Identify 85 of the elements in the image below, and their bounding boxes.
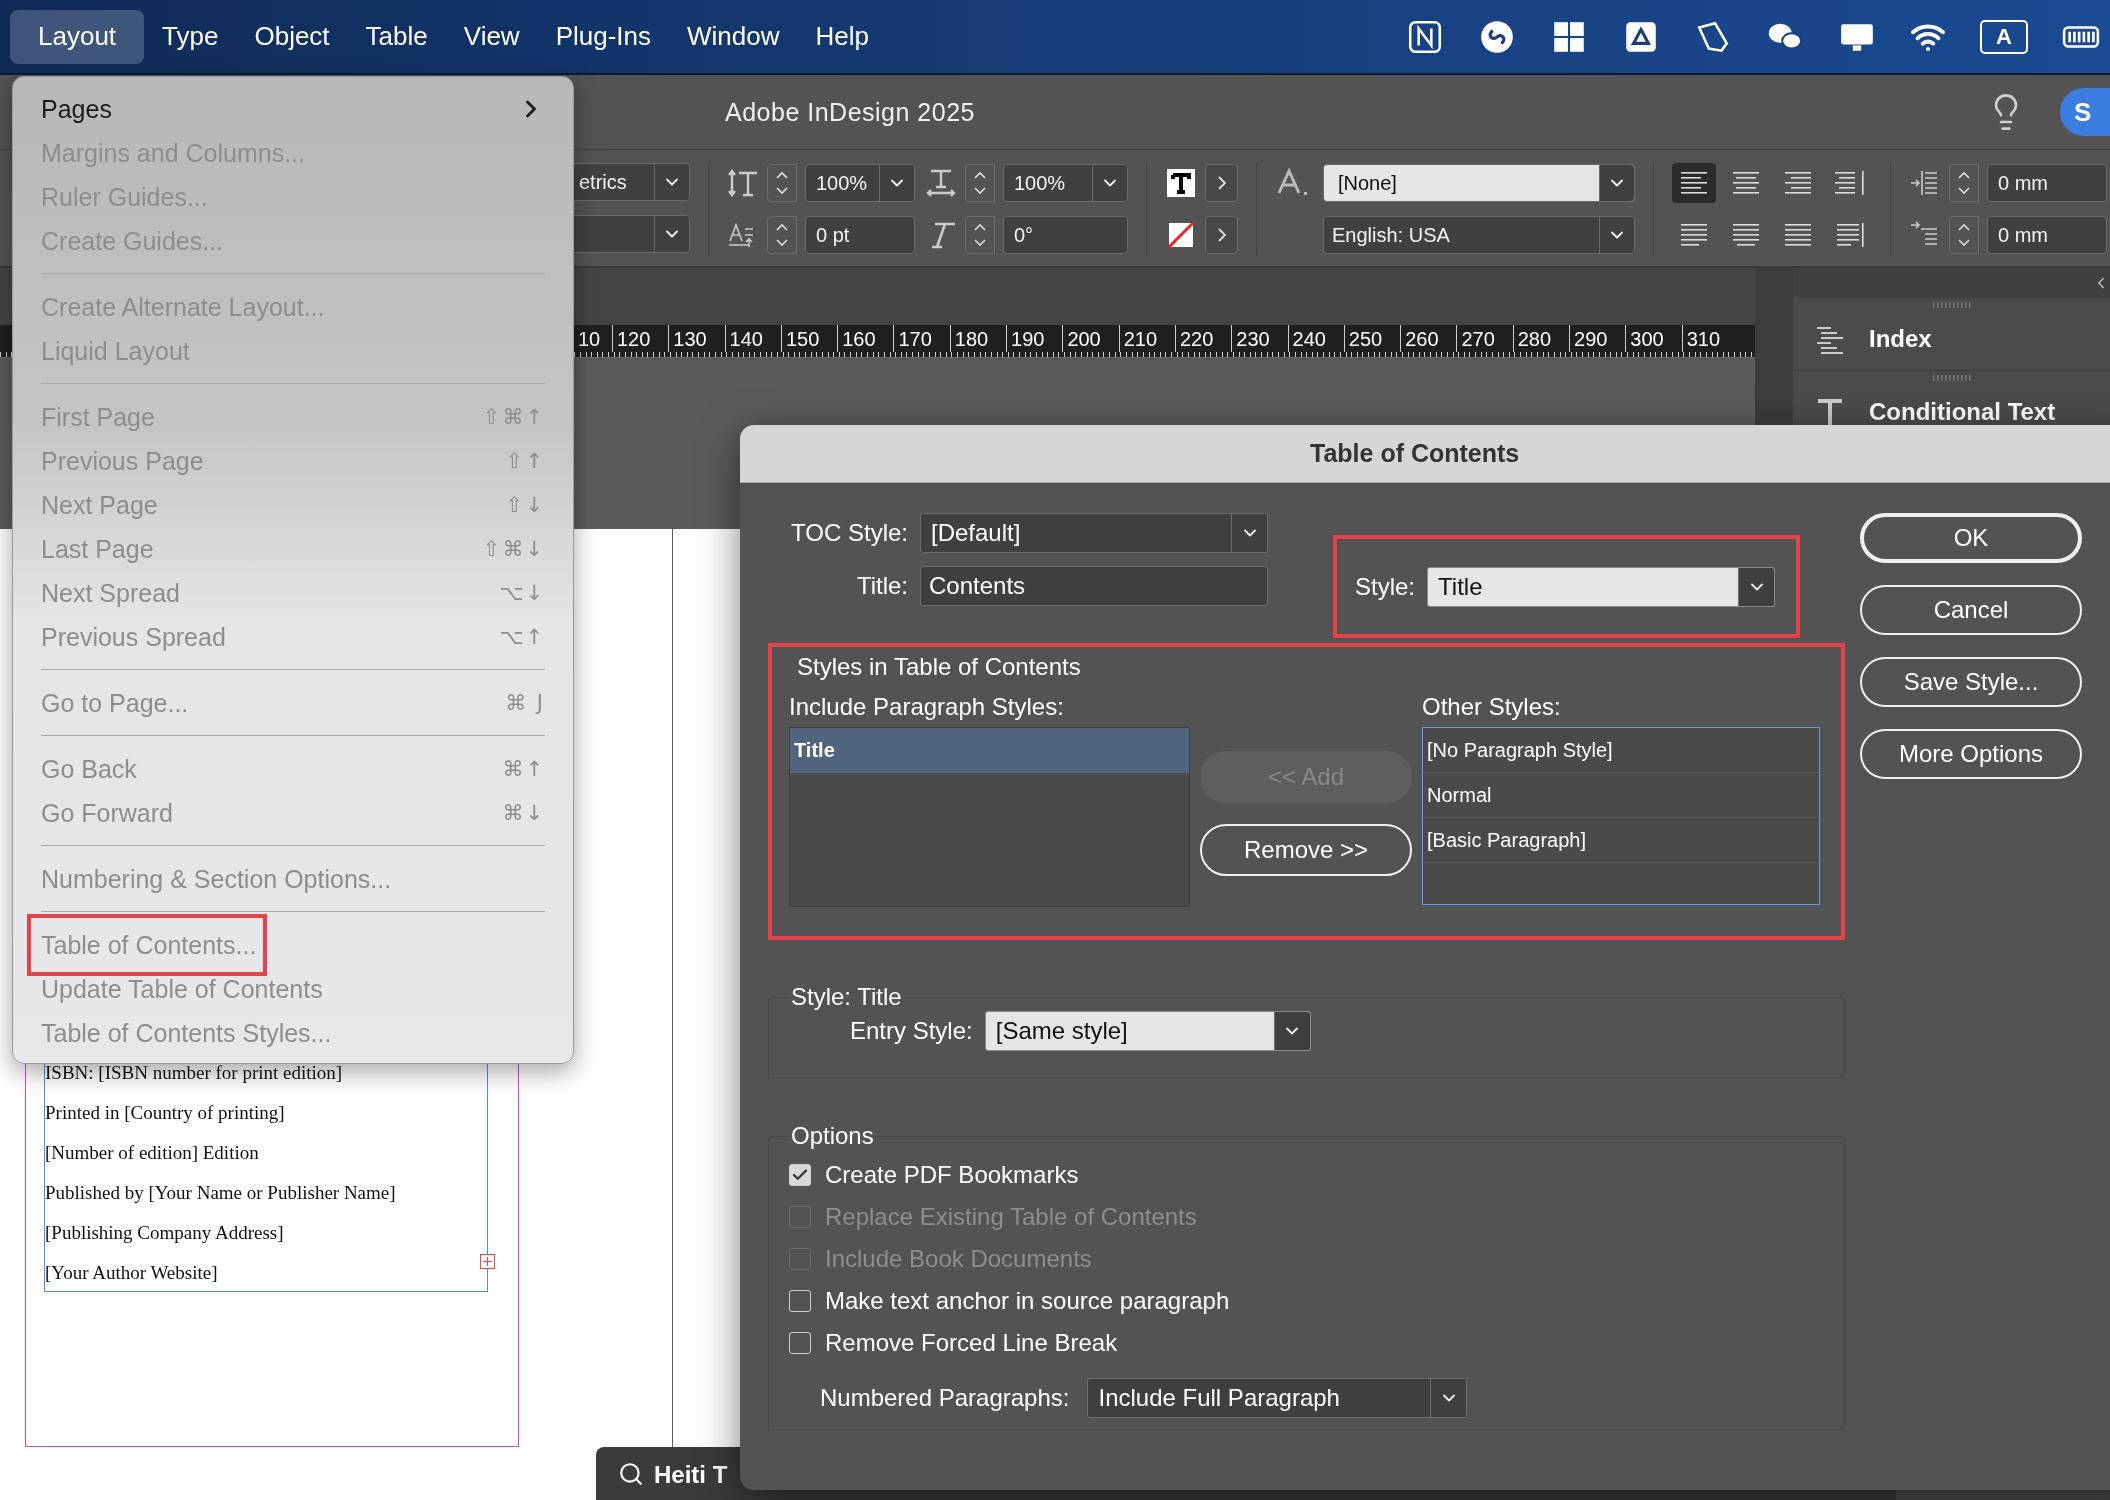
align-icon — [1835, 221, 1865, 249]
menu-bar-item[interactable]: Object — [236, 9, 348, 64]
checkbox-label: Include Book Documents — [825, 1245, 1092, 1273]
search-icon[interactable] — [618, 1461, 644, 1487]
stepper-control[interactable] — [965, 216, 995, 254]
field-label: TOC Style: — [790, 519, 908, 547]
skew-field[interactable]: 0° — [1003, 216, 1128, 254]
left-indent-field[interactable]: 0 mm — [1987, 164, 2107, 202]
font-name[interactable]: Heiti T — [654, 1461, 728, 1489]
first-line-indent-field[interactable]: 0 mm — [1987, 216, 2107, 254]
align-icon — [1783, 169, 1813, 197]
document-text: Published by [Your Name or Publisher Name] — [45, 1181, 397, 1206]
horizontal-scale-field[interactable]: 100% — [1003, 164, 1128, 202]
group-legend: Options — [789, 1122, 876, 1150]
checkbox-label: Replace Existing Table of Contents — [825, 1203, 1197, 1231]
baseline-shift-field[interactable]: 0 pt — [805, 216, 915, 254]
no-stroke-icon[interactable] — [1165, 219, 1197, 251]
grip-icon[interactable] — [1933, 302, 1971, 308]
style-dropdown[interactable]: Title — [1427, 566, 1776, 607]
menu-bar-item[interactable]: Help — [797, 9, 887, 64]
menu-bar-item[interactable]: Layout — [10, 9, 145, 64]
field-label: Title: — [855, 572, 908, 600]
field-label: Numbered Paragraphs: — [820, 1384, 1070, 1412]
list-label: Other Styles: — [1422, 693, 1562, 721]
remove-button[interactable]: Remove >> — [1200, 824, 1412, 876]
app-title: Adobe InDesign 2025 — [725, 97, 975, 127]
vertical-scale-field[interactable]: 100% — [805, 164, 915, 202]
document-text: [Number of edition] Edition — [45, 1141, 260, 1166]
chevron-right-icon — [1217, 176, 1226, 190]
chevron-right-icon — [1217, 228, 1226, 242]
numbered-paragraphs-dropdown[interactable]: Include Full Paragraph — [1087, 1378, 1468, 1418]
align-icon — [1835, 169, 1865, 197]
expand-button[interactable] — [1205, 216, 1238, 254]
document-text: ISBN: [ISBN number for print edition] — [45, 1061, 344, 1086]
align-icon — [1731, 221, 1761, 249]
horizontal-scale-icon — [925, 167, 957, 199]
panel-tab[interactable]: Index — [1793, 298, 2110, 371]
group-legend: Style: Title — [789, 983, 904, 1011]
document-text: [Your Author Website] — [45, 1261, 219, 1286]
checkbox-label: Make text anchor in source paragraph — [825, 1287, 1230, 1315]
list-label: Include Paragraph Styles: — [789, 693, 1065, 721]
dialog-title: Table of Contents — [1310, 439, 1520, 468]
document-text: Printed in [Country of printing] — [45, 1101, 286, 1126]
stepper-control[interactable] — [767, 216, 797, 254]
list-item[interactable]: Normal — [1423, 773, 1819, 818]
stepper-control[interactable] — [1949, 216, 1979, 254]
list-item[interactable]: [Basic Paragraph] — [1423, 818, 1819, 863]
expand-button[interactable] — [1205, 164, 1238, 202]
menu-item[interactable]: Pages — [25, 87, 561, 131]
entry-style-dropdown[interactable]: [Same style] — [984, 1011, 1311, 1051]
menu-bar-item[interactable]: Table — [347, 9, 446, 64]
menu-bar-item[interactable]: Type — [144, 9, 237, 64]
grip-icon[interactable] — [1933, 375, 1971, 381]
input-source-indicator[interactable]: A — [1980, 19, 2028, 54]
list-item[interactable]: Title — [790, 728, 1189, 773]
align-icon — [1731, 169, 1761, 197]
character-style-dropdown[interactable]: [None] — [1323, 164, 1635, 202]
menu-bar-item[interactable]: Window — [669, 9, 798, 64]
account-button[interactable]: S — [2060, 88, 2110, 136]
overset-icon[interactable] — [480, 1254, 495, 1269]
text-fill-icon[interactable] — [1165, 167, 1197, 199]
dialog-button[interactable]: Save Style... — [1860, 657, 2082, 707]
stepper-control[interactable] — [767, 164, 797, 202]
list-item[interactable]: [No Paragraph Style] — [1423, 728, 1819, 773]
checkbox-label: Remove Forced Line Break — [825, 1329, 1118, 1357]
dialog-button[interactable]: OK — [1860, 513, 2082, 563]
menu-bar-item[interactable]: Plug-Ins — [537, 9, 670, 64]
title-field[interactable]: Contents — [920, 566, 1268, 606]
align-icon — [1783, 221, 1813, 249]
language-dropdown[interactable]: English: USA — [1323, 216, 1635, 254]
checkbox-label: Create PDF Bookmarks — [825, 1161, 1079, 1189]
vertical-scale-icon — [727, 167, 759, 199]
dialog-button[interactable]: Cancel — [1860, 585, 2082, 635]
field-label: Style: — [1355, 572, 1416, 601]
align-icon — [1679, 169, 1709, 197]
align-icon — [1679, 221, 1709, 249]
alignment-button[interactable] — [1672, 163, 1716, 203]
stepper-control[interactable] — [1949, 164, 1979, 202]
toc-style-dropdown[interactable]: [Default] — [920, 513, 1268, 553]
dialog-button[interactable]: More Options — [1860, 729, 2082, 779]
document-text: [Publishing Company Address] — [45, 1221, 285, 1246]
field-label: Entry Style: — [850, 1017, 973, 1045]
menu-bar-item[interactable]: View — [445, 9, 538, 64]
stepper-control[interactable] — [965, 164, 995, 202]
group-legend: Styles in Table of Contents — [789, 653, 1821, 681]
